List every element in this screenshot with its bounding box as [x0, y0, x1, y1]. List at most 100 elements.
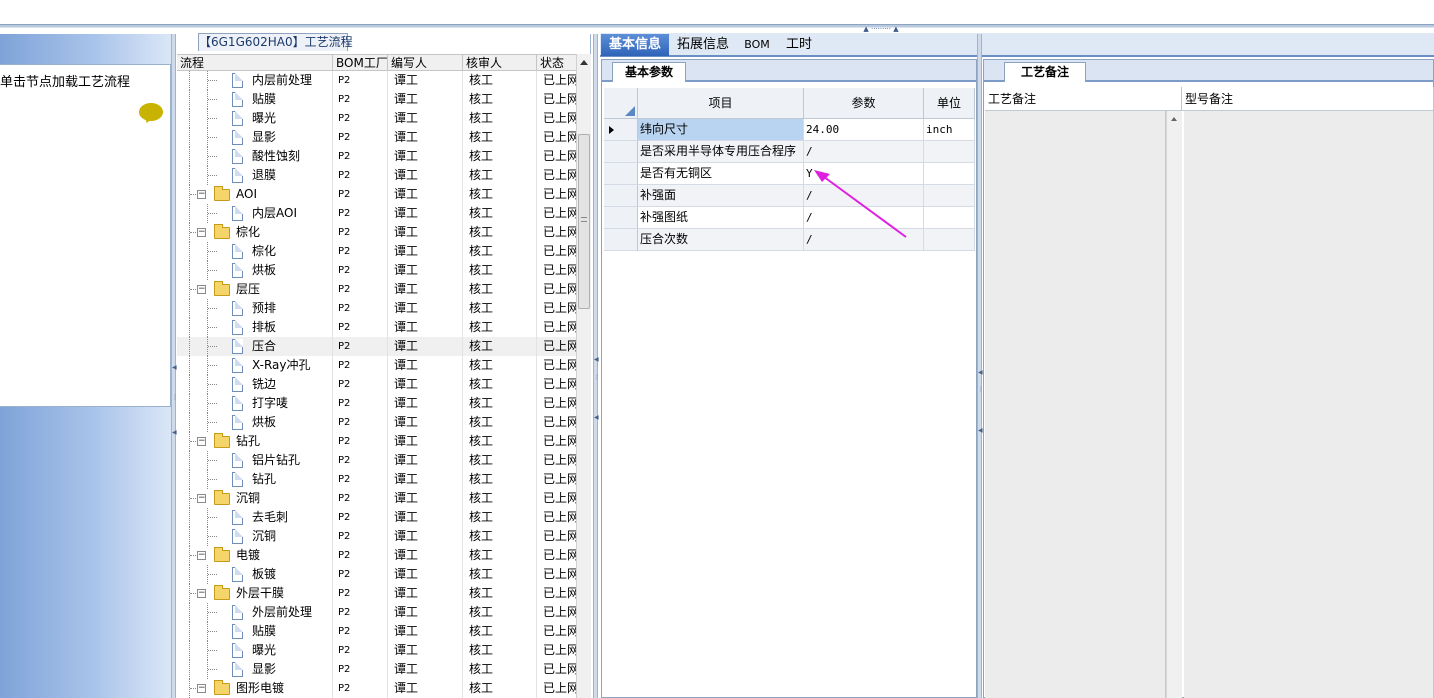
param-row[interactable]: 是否有无铜区 Y [604, 163, 975, 185]
tree-cell[interactable]: 板镀 [177, 565, 333, 584]
tree-step-row[interactable]: 棕化 P2 谭工 核工 已上网 [177, 242, 577, 261]
tab-basic-params[interactable]: 基本参数 [612, 62, 687, 82]
tree-node-label[interactable]: 内层前处理 [252, 71, 312, 90]
tree-step-row[interactable]: 烘板 P2 谭工 核工 已上网 [177, 261, 577, 280]
tree-step-row[interactable]: X-Ray冲孔 P2 谭工 核工 已上网 [177, 356, 577, 375]
tree-node-label[interactable]: 烘板 [252, 413, 276, 432]
tree-step-row[interactable]: 预排 P2 谭工 核工 已上网 [177, 299, 577, 318]
tree-node-label[interactable]: AOI [236, 185, 257, 204]
tree-step-row[interactable]: 打字唛 P2 谭工 核工 已上网 [177, 394, 577, 413]
col-header-item[interactable]: 项目 [638, 88, 804, 119]
tree-cell[interactable]: 内层前处理 [177, 71, 333, 90]
tree-cell[interactable]: 烘板 [177, 261, 333, 280]
row-header[interactable] [604, 207, 638, 229]
tree-cell[interactable]: 沉铜 [177, 527, 333, 546]
tree-cell[interactable]: 压合 [177, 337, 333, 356]
tree-cell[interactable]: 内层AOI [177, 204, 333, 223]
collapse-arrow-icon[interactable]: ◀ [172, 429, 177, 437]
tree-node-label[interactable]: 电镀 [236, 546, 260, 565]
param-unit-cell[interactable] [924, 229, 975, 251]
tree-group-row[interactable]: − 外层干膜 P2 谭工 核工 已上网 [177, 584, 577, 603]
tree-cell[interactable]: 贴膜 [177, 622, 333, 641]
tree-cell[interactable]: − 电镀 [177, 546, 333, 565]
tree-cell[interactable]: 贴膜 [177, 90, 333, 109]
tree-node-label[interactable]: 沉铜 [252, 527, 276, 546]
tree-node-label[interactable]: 棕化 [236, 223, 260, 242]
tree-node-label[interactable]: 显影 [252, 660, 276, 679]
tree-node-label[interactable]: 贴膜 [252, 622, 276, 641]
tree-cell[interactable]: − 层压 [177, 280, 333, 299]
tree-node-label[interactable]: 沉铜 [236, 489, 260, 508]
collapse-arrow-icon[interactable]: ◀ [594, 356, 599, 364]
right-splitter[interactable]: ◀ ⋮ ◀ [977, 34, 984, 698]
tree-step-row[interactable]: 贴膜 P2 谭工 核工 已上网 [177, 90, 577, 109]
tree-group-row[interactable]: − 层压 P2 谭工 核工 已上网 [177, 280, 577, 299]
top-splitter[interactable] [0, 24, 1434, 28]
tree-node-label[interactable]: 钻孔 [236, 432, 260, 451]
tree-node-label[interactable]: 去毛刺 [252, 508, 288, 527]
collapse-toggle-icon[interactable]: − [197, 285, 206, 294]
tree-step-row[interactable]: 铝片钻孔 P2 谭工 核工 已上网 [177, 451, 577, 470]
col-header-writer[interactable]: 编写人 [388, 55, 463, 71]
tree-step-row[interactable]: 铣边 P2 谭工 核工 已上网 [177, 375, 577, 394]
tree-step-row[interactable]: 外层前处理 P2 谭工 核工 已上网 [177, 603, 577, 622]
tree-node-label[interactable]: 曝光 [252, 641, 276, 660]
param-item-cell[interactable]: 压合次数 [638, 229, 804, 251]
scroll-thumb[interactable] [578, 134, 590, 309]
tab-work-hours[interactable]: 工时 [780, 34, 818, 56]
tree-node-label[interactable]: 内层AOI [252, 204, 297, 223]
tree-cell[interactable]: 钻孔 [177, 470, 333, 489]
col-header-reviewer[interactable]: 核审人 [463, 55, 537, 71]
tree-step-row[interactable]: 显影 P2 谭工 核工 已上网 [177, 660, 577, 679]
tree-node-label[interactable]: 板镀 [252, 565, 276, 584]
tree-group-row[interactable]: − 电镀 P2 谭工 核工 已上网 [177, 546, 577, 565]
tree-node-label[interactable]: 图形电镀 [236, 679, 284, 698]
col-header-status[interactable]: 状态 [537, 55, 577, 71]
tab-basic-info[interactable]: 基本信息 [601, 34, 669, 56]
grid-corner[interactable] [604, 88, 638, 119]
param-unit-cell[interactable]: inch [924, 119, 975, 141]
tree-node-label[interactable]: 排板 [252, 318, 276, 337]
param-row[interactable]: 补强面 / [604, 185, 975, 207]
tree-node-label[interactable]: 铣边 [252, 375, 276, 394]
tab-process-notes[interactable]: 工艺备注 [1004, 62, 1086, 82]
tree-node-label[interactable]: 酸性蚀刻 [252, 147, 300, 166]
col-header-model-note[interactable]: 型号备注 [1182, 87, 1434, 111]
tree-step-row[interactable]: 曝光 P2 谭工 核工 已上网 [177, 109, 577, 128]
tree-node-label[interactable]: 预排 [252, 299, 276, 318]
tree-step-row[interactable]: 退膜 P2 谭工 核工 已上网 [177, 166, 577, 185]
left-splitter[interactable]: ◀ ⋮ ◀ [171, 34, 178, 698]
tree-cell[interactable]: − 沉铜 [177, 489, 333, 508]
tree-cell[interactable]: 去毛刺 [177, 508, 333, 527]
tree-cell[interactable]: 退膜 [177, 166, 333, 185]
collapse-toggle-icon[interactable]: − [197, 228, 206, 237]
collapse-toggle-icon[interactable]: − [197, 684, 206, 693]
tree-cell[interactable]: X-Ray冲孔 [177, 356, 333, 375]
tree-step-row[interactable]: 沉铜 P2 谭工 核工 已上网 [177, 527, 577, 546]
tree-node-label[interactable]: 曝光 [252, 109, 276, 128]
tree-cell[interactable]: 显影 [177, 660, 333, 679]
tree-cell[interactable]: 排板 [177, 318, 333, 337]
param-item-cell[interactable]: 是否采用半导体专用压合程序 [638, 141, 804, 163]
collapse-toggle-icon[interactable]: − [197, 494, 206, 503]
tree-group-row[interactable]: − 钻孔 P2 谭工 核工 已上网 [177, 432, 577, 451]
tree-cell[interactable]: − 钻孔 [177, 432, 333, 451]
tree-node-label[interactable]: 烘板 [252, 261, 276, 280]
row-header[interactable] [604, 185, 638, 207]
tree-step-row[interactable]: 内层AOI P2 谭工 核工 已上网 [177, 204, 577, 223]
col-header-unit[interactable]: 单位 [924, 88, 975, 119]
tree-node-label[interactable]: 外层前处理 [252, 603, 312, 622]
param-value-cell[interactable]: 24.00 [804, 119, 924, 141]
tree-group-row[interactable]: − 图形电镀 P2 谭工 核工 已上网 [177, 679, 577, 698]
splitter-grip-icon[interactable]: ▲ ········· ▲ [848, 26, 914, 33]
tree-node-label[interactable]: 压合 [252, 337, 276, 356]
tree-cell[interactable]: − AOI [177, 185, 333, 204]
param-row[interactable]: 补强图纸 / [604, 207, 975, 229]
tree-cell[interactable]: 铣边 [177, 375, 333, 394]
col-header-factory[interactable]: BOM工厂 [333, 55, 388, 71]
tree-node-label[interactable]: 显影 [252, 128, 276, 147]
tree-step-row[interactable]: 贴膜 P2 谭工 核工 已上网 [177, 622, 577, 641]
param-unit-cell[interactable] [924, 185, 975, 207]
tree-node-label[interactable]: 打字唛 [252, 394, 288, 413]
middle-splitter[interactable]: ◀ ⋮ ◀ [593, 34, 600, 698]
